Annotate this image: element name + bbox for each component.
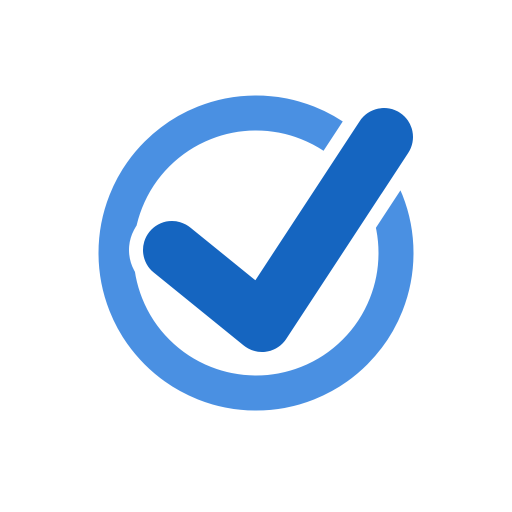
app-icon-canvas xyxy=(0,0,512,512)
check-circle-icon xyxy=(98,94,427,411)
